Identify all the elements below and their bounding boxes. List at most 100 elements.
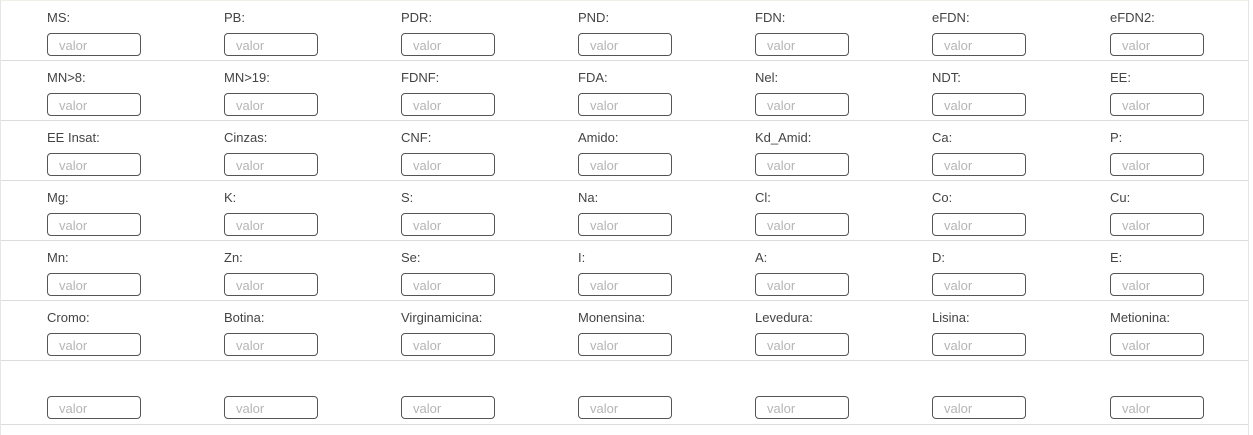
field-label: FDN: — [755, 10, 786, 25]
form-row: MS: PB: PDR: PND: FDN: eFDN: eFDN2: — [1, 1, 1248, 61]
form-field: Kd_Amid: — [755, 121, 915, 181]
form-field: S: — [401, 181, 561, 241]
form-field: Botina: — [224, 301, 384, 361]
field-input[interactable] — [578, 33, 672, 56]
nutrient-input-grid: MS: PB: PDR: PND: FDN: eFDN: eFDN2: MN>8… — [0, 0, 1249, 435]
field-label: Cl: — [755, 190, 771, 205]
field-label: Cu: — [1110, 190, 1131, 205]
field-input[interactable] — [47, 93, 141, 116]
field-input[interactable] — [224, 333, 318, 356]
field-label: D: — [932, 250, 945, 265]
field-label: MN>19: — [224, 70, 270, 85]
field-input[interactable] — [401, 333, 495, 356]
field-label: CNF: — [401, 130, 432, 145]
form-field: Mg: — [47, 181, 207, 241]
field-input[interactable] — [401, 396, 495, 419]
form-field: MS: — [47, 1, 207, 61]
field-input[interactable] — [224, 396, 318, 419]
field-label: FDA: — [578, 70, 608, 85]
form-field: FDN: — [755, 1, 915, 61]
form-field: Cromo: — [47, 301, 207, 361]
field-input[interactable] — [578, 93, 672, 116]
field-label: eFDN2: — [1110, 10, 1155, 25]
field-input[interactable] — [932, 273, 1026, 296]
form-row: Cromo: Botina: Virginamicina: Monensina:… — [1, 301, 1248, 361]
field-input[interactable] — [932, 93, 1026, 116]
field-label: eFDN: — [932, 10, 970, 25]
field-input[interactable] — [1110, 153, 1204, 176]
field-input[interactable] — [932, 333, 1026, 356]
field-label: PB: — [224, 10, 245, 25]
field-input[interactable] — [224, 33, 318, 56]
field-label: EE Insat: — [47, 130, 100, 145]
field-input[interactable] — [401, 273, 495, 296]
field-input[interactable] — [47, 273, 141, 296]
field-input[interactable] — [224, 273, 318, 296]
field-input[interactable] — [224, 93, 318, 116]
form-field: Se: — [401, 241, 561, 301]
field-input[interactable] — [755, 93, 849, 116]
field-label: Na: — [578, 190, 599, 205]
form-field: I: — [578, 241, 738, 301]
field-input[interactable] — [47, 33, 141, 56]
field-input[interactable] — [47, 396, 141, 419]
field-input[interactable] — [932, 33, 1026, 56]
field-label: MN>8: — [47, 70, 86, 85]
field-label: Amido: — [578, 130, 619, 145]
form-field: Monensina: — [578, 301, 738, 361]
field-input[interactable] — [401, 33, 495, 56]
form-field: Na: — [578, 181, 738, 241]
field-input[interactable] — [1110, 93, 1204, 116]
field-input[interactable] — [932, 396, 1026, 419]
form-field: eFDN2: — [1110, 1, 1253, 61]
field-input[interactable] — [755, 396, 849, 419]
field-input[interactable] — [47, 213, 141, 236]
form-field: Cinzas: — [224, 121, 384, 181]
field-label: P: — [1110, 130, 1123, 145]
form-row: Mg: K: S: Na: Cl: Co: Cu: — [1, 181, 1248, 241]
field-input[interactable] — [932, 153, 1026, 176]
field-input[interactable] — [578, 273, 672, 296]
field-label: Nel: — [755, 70, 779, 85]
field-input[interactable] — [224, 213, 318, 236]
field-label: Metionina: — [1110, 310, 1170, 325]
field-input[interactable] — [578, 333, 672, 356]
field-input[interactable] — [401, 93, 495, 116]
form-field: eFDN: — [932, 1, 1092, 61]
field-input[interactable] — [47, 153, 141, 176]
field-input[interactable] — [224, 153, 318, 176]
field-input[interactable] — [755, 153, 849, 176]
form-field: PDR: — [401, 1, 561, 61]
field-input[interactable] — [401, 153, 495, 176]
field-input[interactable] — [401, 213, 495, 236]
form-field — [932, 361, 1092, 421]
form-field: MN>8: — [47, 61, 207, 121]
form-row: EE Insat: Cinzas: CNF: Amido: Kd_Amid: C… — [1, 121, 1248, 181]
form-field: FDNF: — [401, 61, 561, 121]
form-field — [1110, 361, 1253, 421]
field-input[interactable] — [578, 153, 672, 176]
field-input[interactable] — [932, 213, 1026, 236]
field-label: Co: — [932, 190, 953, 205]
form-field: FDA: — [578, 61, 738, 121]
field-input[interactable] — [755, 213, 849, 236]
field-input[interactable] — [1110, 213, 1204, 236]
field-label: Monensina: — [578, 310, 646, 325]
field-label: Levedura: — [755, 310, 813, 325]
field-input[interactable] — [755, 273, 849, 296]
field-input[interactable] — [755, 33, 849, 56]
form-field: Co: — [932, 181, 1092, 241]
field-input[interactable] — [578, 213, 672, 236]
field-input[interactable] — [1110, 396, 1204, 419]
field-input[interactable] — [1110, 273, 1204, 296]
field-input[interactable] — [1110, 333, 1204, 356]
form-field — [578, 361, 738, 421]
form-field: Cu: — [1110, 181, 1253, 241]
field-label: A: — [755, 250, 768, 265]
field-input[interactable] — [1110, 33, 1204, 56]
form-field: Mn: — [47, 241, 207, 301]
field-input[interactable] — [755, 333, 849, 356]
field-input[interactable] — [47, 333, 141, 356]
field-input[interactable] — [578, 396, 672, 419]
form-field — [224, 361, 384, 421]
